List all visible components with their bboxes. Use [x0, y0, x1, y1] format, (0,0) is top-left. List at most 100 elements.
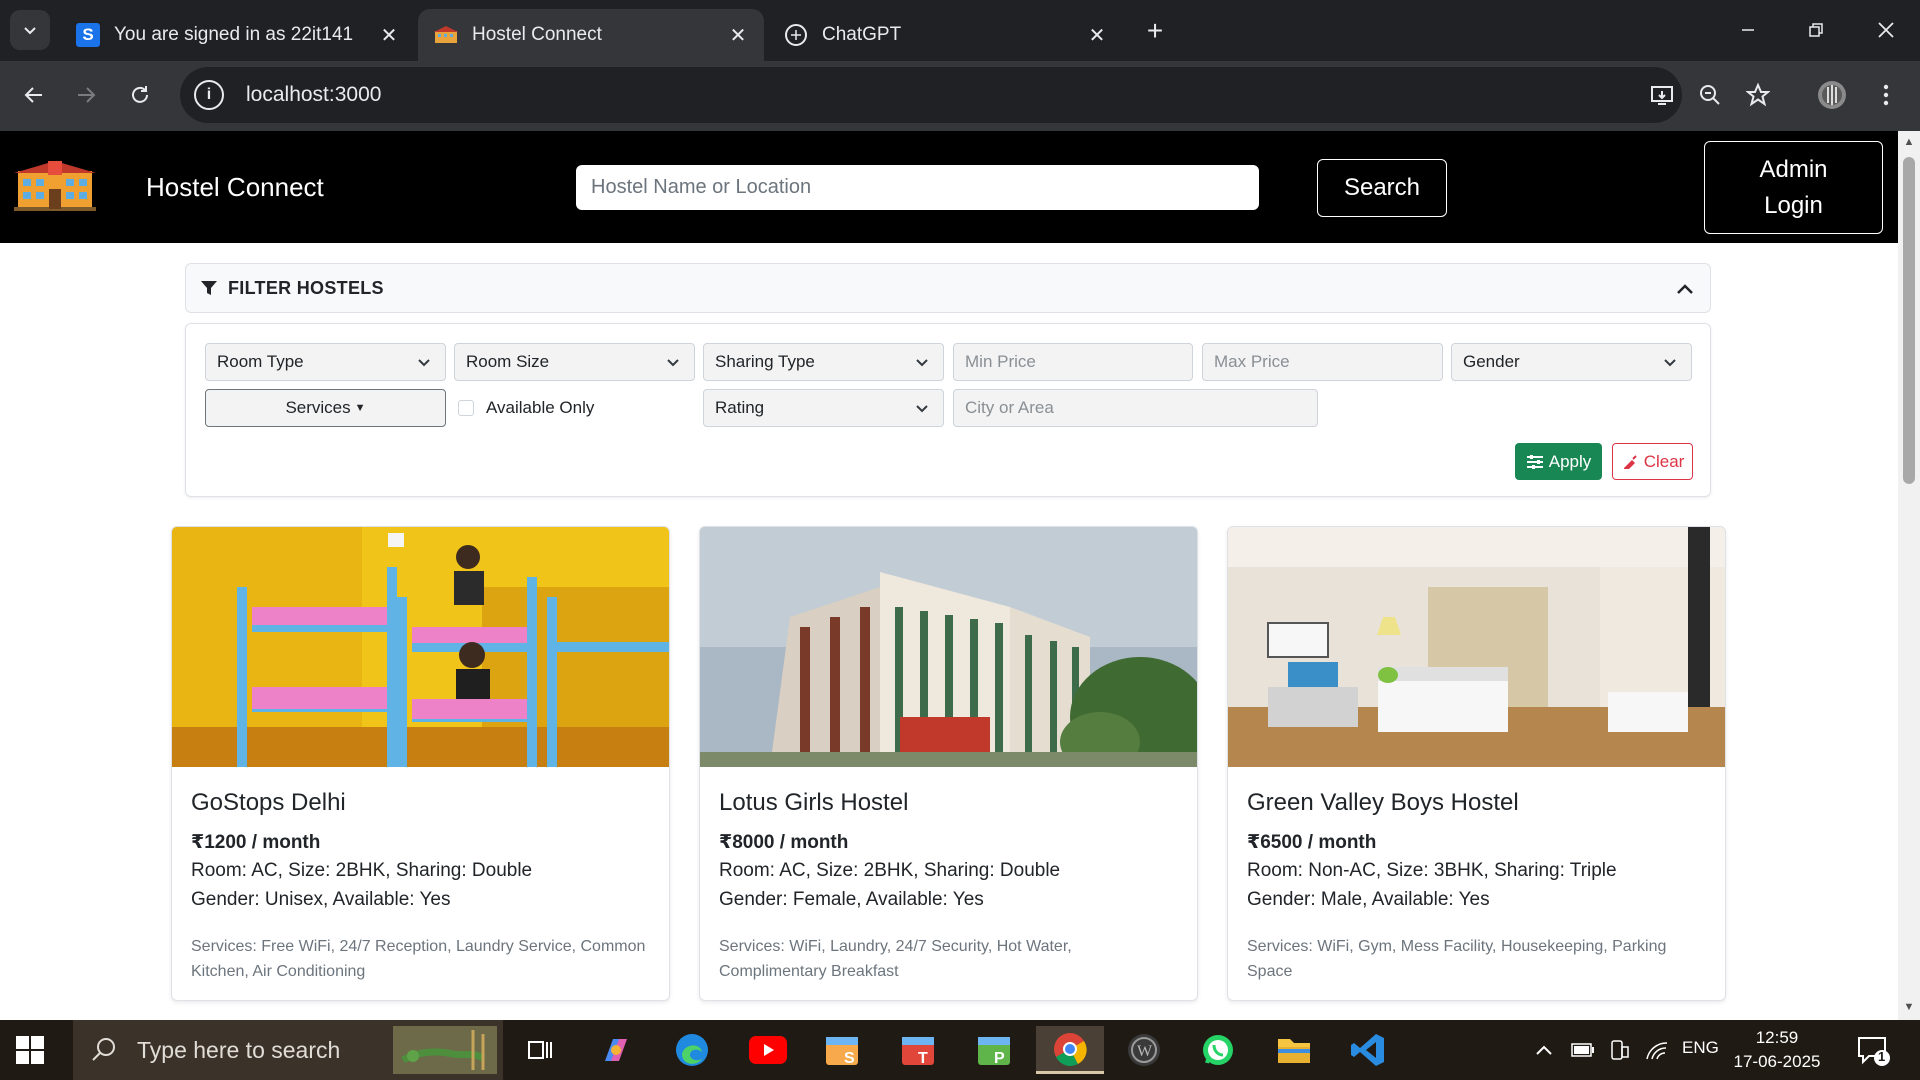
taskbar-search-box[interactable]: Type here to search [73, 1020, 503, 1080]
apply-label: Apply [1548, 451, 1592, 471]
page-scrollbar[interactable]: ▲ ▼ [1898, 131, 1920, 1020]
reload-button[interactable] [120, 75, 160, 115]
edge-app[interactable] [660, 1026, 724, 1074]
hostel-services: Services: WiFi, Gym, Mess Facility, Hous… [1247, 938, 1667, 980]
hostel-gender-info: Gender: Female, Available: Yes [719, 889, 984, 910]
hostel-price: ₹6500 / month [1247, 832, 1377, 853]
hostel-logo[interactable] [14, 159, 96, 211]
admin-login-button[interactable]: Admin Login [1704, 141, 1883, 234]
gender-select[interactable]: Gender [1451, 343, 1692, 381]
restore-button[interactable] [1788, 8, 1844, 52]
hostel-name[interactable]: Green Valley Boys Hostel [1247, 789, 1706, 817]
device-status[interactable] [1604, 1020, 1634, 1080]
hostel-building-icon [434, 23, 458, 47]
room-size-select[interactable]: Room Size [454, 343, 695, 381]
chevron-up-icon [1536, 1045, 1552, 1055]
room-type-select[interactable]: Room Type [205, 343, 446, 381]
phone-link-icon [1611, 1040, 1629, 1060]
chevron-down-icon [1664, 359, 1676, 367]
close-window-button[interactable] [1858, 8, 1914, 52]
wordpress-app[interactable]: W [1112, 1026, 1176, 1074]
copilot-icon [605, 1039, 627, 1061]
t-app[interactable]: T [886, 1026, 950, 1074]
tab-title: You are signed in as 22it141 [114, 24, 354, 45]
tab-title: ChatGPT [822, 24, 902, 45]
s-app-icon: S [826, 1037, 858, 1067]
sharing-type-value: Sharing Type [715, 352, 815, 371]
vscode-app[interactable] [1336, 1026, 1400, 1074]
tab-hostel-connect[interactable]: Hostel Connect ✕ [418, 9, 764, 61]
battery-status[interactable] [1568, 1020, 1598, 1080]
max-price-placeholder: Max Price [1214, 352, 1290, 371]
task-view-button[interactable] [508, 1026, 572, 1074]
tab-signed-in[interactable]: S You are signed in as 22it141 ✕ [60, 9, 415, 61]
minimize-button[interactable] [1720, 8, 1776, 52]
tab-search-button[interactable] [10, 10, 50, 50]
city-input[interactable]: City or Area [953, 389, 1318, 427]
hostel-gender-info: Gender: Unisex, Available: Yes [191, 889, 451, 910]
youtube-app[interactable] [736, 1026, 800, 1074]
scroll-up-arrow-icon[interactable]: ▲ [1902, 135, 1916, 149]
hostel-name[interactable]: GoStops Delhi [191, 789, 650, 817]
search-button[interactable]: Search [1317, 159, 1447, 217]
back-button[interactable] [14, 75, 54, 115]
close-icon[interactable]: ✕ [724, 21, 752, 49]
sharing-type-select[interactable]: Sharing Type [703, 343, 944, 381]
available-only-checkbox[interactable]: Available Only [456, 389, 594, 427]
hostel-photo [700, 527, 1197, 767]
address-bar[interactable]: i localhost:3000 [180, 67, 1682, 123]
rating-select[interactable]: Rating [703, 389, 944, 427]
clock[interactable]: 12:59 17-06-2025 [1722, 1026, 1832, 1074]
chevron-down-icon [418, 359, 430, 367]
min-price-input[interactable]: Min Price [953, 343, 1193, 381]
windows-start-icon[interactable] [14, 1034, 46, 1066]
input-language[interactable]: ENG [1682, 1038, 1719, 1058]
hostel-card[interactable]: GoStops Delhi ₹1200 / month Room: AC, Si… [171, 526, 670, 1001]
hostel-room-info: Room: Non-AC, Size: 3BHK, Sharing: Tripl… [1247, 860, 1617, 881]
wordpress-icon: W [1128, 1034, 1160, 1066]
install-icon [1651, 86, 1673, 105]
close-icon[interactable]: ✕ [375, 21, 403, 49]
network-status[interactable] [1642, 1020, 1672, 1080]
site-info-icon[interactable]: i [194, 80, 224, 110]
chrome-icon [1054, 1032, 1087, 1066]
whatsapp-app[interactable] [1186, 1026, 1250, 1074]
hostel-name[interactable]: Lotus Girls Hostel [719, 789, 1178, 817]
tab-chatgpt[interactable]: ChatGPT ✕ [768, 9, 1123, 61]
brand-name[interactable]: Hostel Connect [146, 172, 324, 203]
close-icon[interactable]: ✕ [1083, 21, 1111, 49]
checkbox-box[interactable] [458, 400, 474, 416]
sticky-app[interactable]: S [810, 1026, 874, 1074]
services-dropdown-button[interactable]: Services ▼ [205, 389, 446, 427]
hostel-card[interactable]: Green Valley Boys Hostel ₹6500 / month R… [1227, 526, 1726, 1001]
apply-button[interactable]: Apply [1515, 443, 1602, 480]
bookmark-button[interactable] [1738, 75, 1778, 115]
page-viewport: Hostel Connect Search Admin Login FILTER… [0, 131, 1898, 1020]
copilot-app[interactable] [584, 1026, 648, 1074]
menu-button[interactable] [1866, 75, 1906, 115]
scrollbar-thumb[interactable] [1903, 157, 1915, 484]
new-tab-button[interactable]: + [1138, 14, 1172, 48]
svg-text:S: S [844, 1050, 855, 1067]
clear-button[interactable]: Clear [1612, 443, 1693, 480]
p-app[interactable]: P [962, 1026, 1026, 1074]
chevron-up-icon[interactable] [1674, 278, 1696, 300]
install-app-button[interactable] [1642, 75, 1682, 115]
hostel-card[interactable]: Lotus Girls Hostel ₹8000 / month Room: A… [699, 526, 1198, 1001]
available-only-label[interactable]: Available Only [486, 398, 594, 418]
show-hidden-icons-button[interactable] [1530, 1020, 1558, 1080]
search-input[interactable] [576, 165, 1259, 210]
profile-button[interactable] [1812, 75, 1852, 115]
close-icon [1878, 22, 1894, 38]
max-price-input[interactable]: Max Price [1202, 343, 1443, 381]
search-highlight-lizard-icon [393, 1026, 497, 1074]
scroll-down-arrow-icon[interactable]: ▼ [1902, 1000, 1916, 1014]
rating-value: Rating [715, 398, 765, 417]
notification-center-button[interactable]: 1 [1855, 1032, 1891, 1068]
zoom-button[interactable] [1690, 75, 1730, 115]
task-view-icon [528, 1041, 552, 1059]
file-explorer-app[interactable] [1262, 1026, 1326, 1074]
filter-toggle[interactable]: FILTER HOSTELS [185, 263, 1711, 313]
forward-button[interactable] [66, 75, 106, 115]
chrome-app[interactable] [1036, 1026, 1104, 1074]
